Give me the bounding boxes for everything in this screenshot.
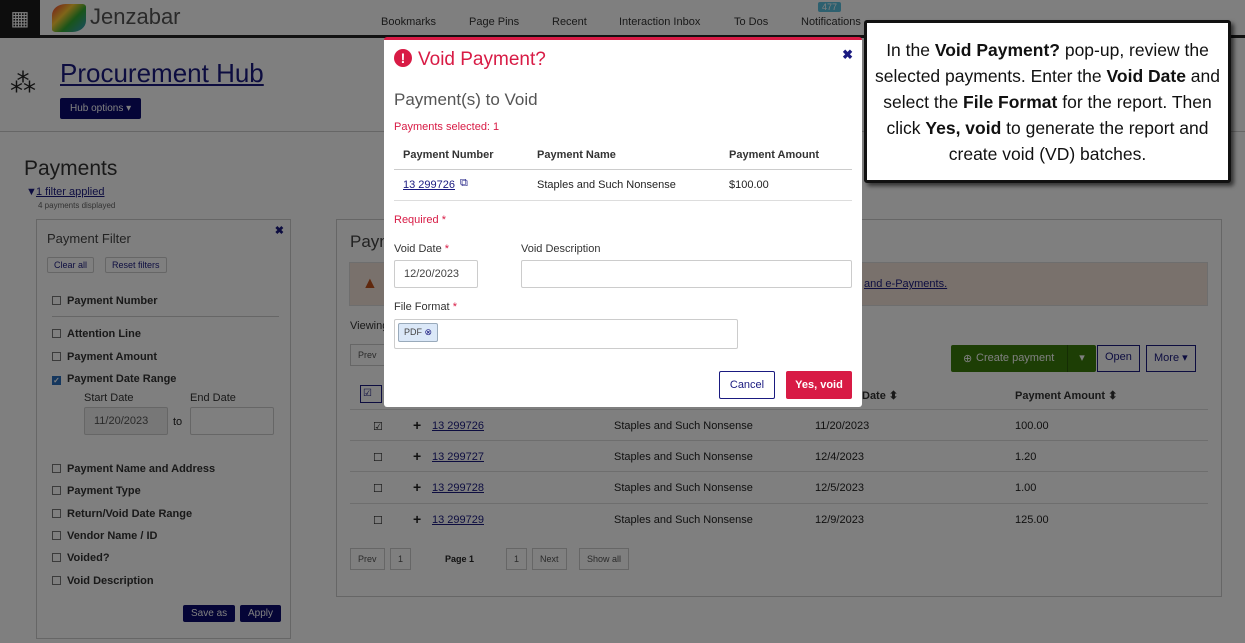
close-dialog-icon[interactable]: ✖ [842, 47, 853, 63]
cancel-button[interactable]: Cancel [719, 371, 775, 399]
file-format-select[interactable]: PDF ⊗ [394, 319, 738, 349]
col-payment-number: Payment Number [403, 149, 494, 161]
payments-selected: Payments selected: 1 [394, 121, 500, 133]
void-payment-dialog: ! Void Payment? ✖ Payment(s) to Void Pay… [384, 37, 862, 407]
callout-text: In the Void Payment? pop-up, review the … [874, 40, 1220, 164]
col-payment-name: Payment Name [537, 149, 616, 161]
void-date-label: Void Date * [394, 243, 450, 255]
dialog-payment-name: Staples and Such Nonsense [537, 179, 676, 191]
external-link-icon[interactable]: ⧉ [460, 177, 468, 190]
dialog-title: Void Payment? [418, 49, 546, 70]
dialog-subtitle: Payment(s) to Void [394, 90, 538, 109]
divider [394, 169, 852, 170]
void-description-input[interactable] [521, 260, 852, 288]
required-note: Required * [394, 214, 446, 226]
instruction-callout: In the Void Payment? pop-up, review the … [864, 20, 1231, 183]
file-format-label: File Format * [394, 301, 457, 313]
divider [394, 200, 852, 201]
alert-icon: ! [394, 49, 412, 67]
void-date-input[interactable]: 12/20/2023 [394, 260, 478, 288]
file-format-tag: PDF ⊗ [398, 323, 439, 342]
void-description-label: Void Description [521, 243, 601, 255]
remove-tag-icon[interactable]: ⊗ [425, 327, 433, 337]
dialog-payment-link[interactable]: 13 299726 [403, 179, 455, 191]
yes-void-button[interactable]: Yes, void [786, 371, 852, 399]
dialog-payment-amount: $100.00 [729, 179, 769, 191]
col-payment-amount: Payment Amount [729, 149, 820, 161]
